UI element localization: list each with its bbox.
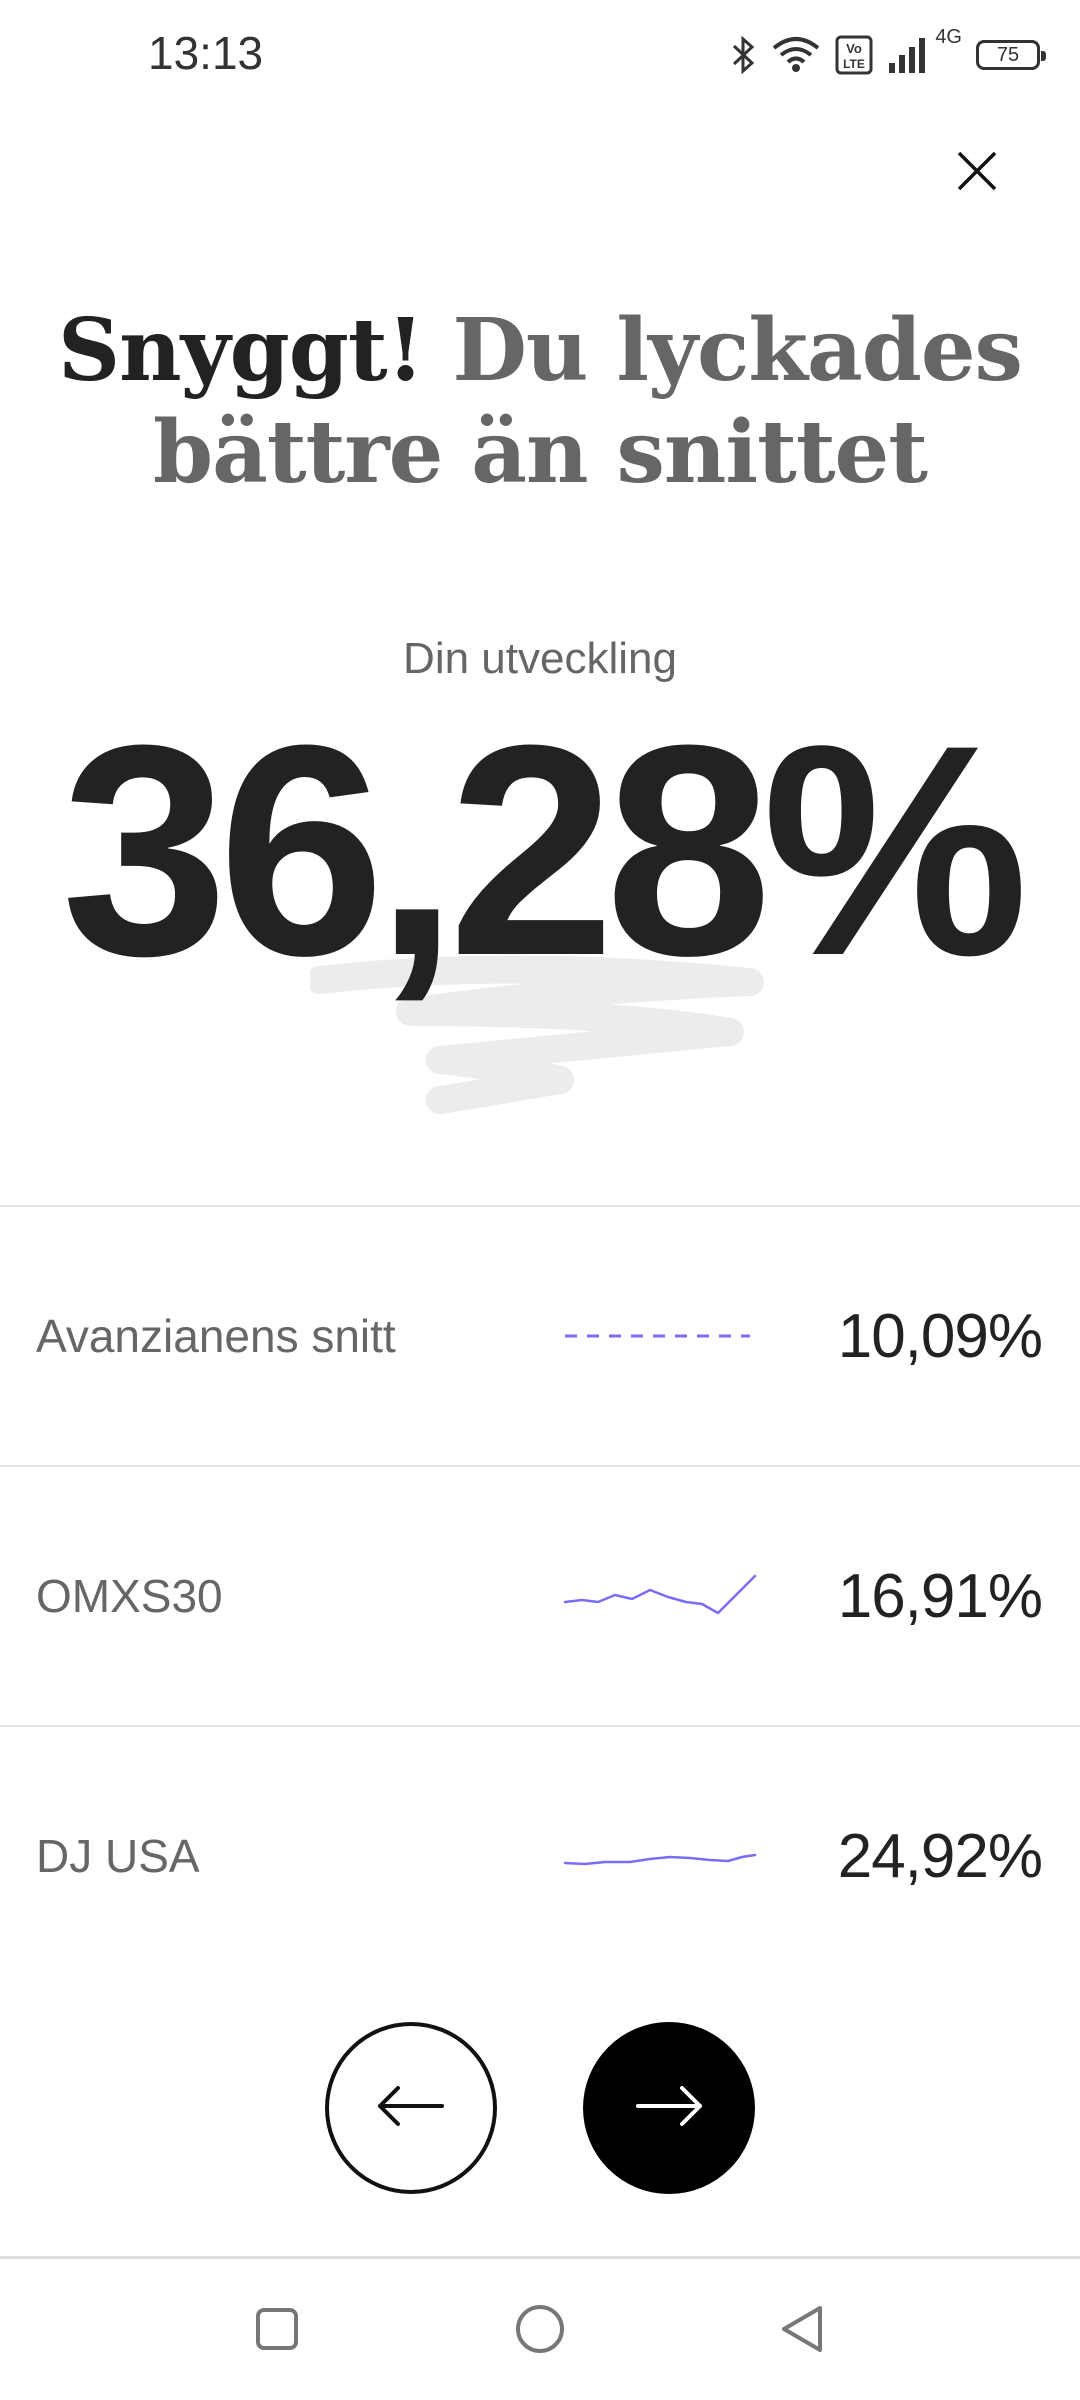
close-button[interactable] [942, 138, 1012, 208]
arrow-left-icon [376, 2084, 446, 2133]
average-sparkline [565, 1334, 750, 1338]
circle-icon [514, 2303, 566, 2360]
comparison-value: 24,92% [837, 1821, 1043, 1891]
square-icon [253, 2305, 301, 2358]
system-navigation-bar [0, 2259, 1080, 2400]
status-time: 13:13 [148, 27, 264, 79]
comparison-label: OMXS30 [36, 1570, 223, 1622]
title-highlight: Snyggt! [58, 300, 424, 401]
arrow-right-icon [634, 2084, 704, 2133]
omxs30-sparkline [563, 1574, 757, 1615]
bluetooth-icon [731, 36, 757, 74]
triangle-back-icon [778, 2303, 826, 2360]
close-icon [955, 149, 999, 198]
previous-button[interactable] [325, 2022, 497, 2194]
svg-text:LTE: LTE [843, 57, 865, 71]
djusa-sparkline [563, 1853, 757, 1866]
battery-level: 75 [996, 43, 1020, 66]
next-button[interactable] [583, 2022, 755, 2194]
signal-icon [887, 35, 931, 75]
comparison-row-omxs30: OMXS30 16,91% [0, 1467, 1080, 1725]
network-type: 4G [935, 26, 962, 48]
comparison-row-average: Avanzianens snitt 10,09% [0, 1207, 1080, 1465]
development-value: 36,28% [61, 682, 1028, 1018]
comparison-row-djusa: DJ USA 24,92% [0, 1727, 1080, 1985]
comparison-value: 16,91% [837, 1561, 1043, 1631]
comparison-label: Avanzianens snitt [36, 1310, 396, 1362]
recent-apps-button[interactable] [245, 2299, 309, 2363]
comparison-value: 10,09% [837, 1301, 1043, 1371]
wifi-icon [771, 36, 821, 74]
svg-text:Vo: Vo [846, 41, 862, 56]
status-icons: Vo LTE 4G 75 [731, 26, 1046, 80]
page-title: Snyggt! Du lyckades bättre än snittet [40, 300, 1040, 504]
development-label: Din utveckling [403, 634, 677, 683]
home-button[interactable] [508, 2299, 572, 2363]
comparison-label: DJ USA [36, 1830, 200, 1882]
status-bar: 13:13 Vo LTE 4G 75 [0, 0, 1080, 110]
battery-icon: 75 [976, 40, 1046, 70]
back-button[interactable] [770, 2299, 834, 2363]
volte-icon: Vo LTE [835, 35, 873, 75]
